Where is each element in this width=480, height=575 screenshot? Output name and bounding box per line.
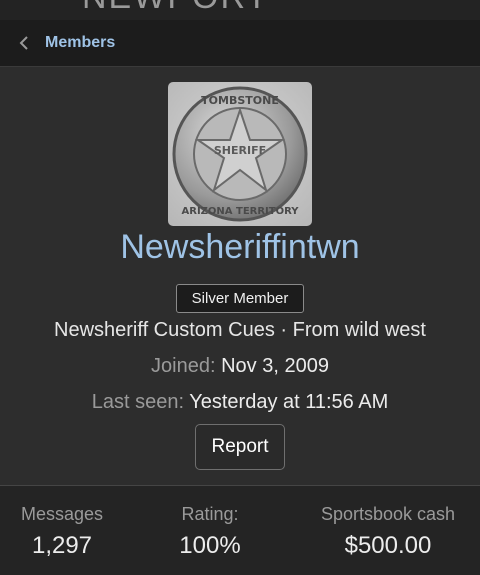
joined-row: Joined: Nov 3, 2009	[0, 355, 480, 378]
site-logo[interactable]: NEWPORT	[82, 0, 269, 17]
stat-label: Messages	[20, 504, 104, 524]
breadcrumb: Members	[0, 20, 480, 67]
stat-label: Rating:	[181, 504, 239, 524]
joined-value: Nov 3, 2009	[221, 355, 329, 377]
last-seen-row: Last seen: Yesterday at 11:56 AM	[0, 391, 480, 414]
avatar[interactable]: TOMBSTONE SHERIFF ARIZONA TERRITORY	[168, 82, 312, 226]
page-title[interactable]: Newsheriffintwn	[0, 228, 480, 267]
top-bar: NEWPORT	[0, 0, 480, 20]
breadcrumb-members-link[interactable]: Members	[45, 34, 115, 52]
avatar-text-top: TOMBSTONE	[201, 94, 279, 107]
last-seen-label: Last seen:	[91, 391, 185, 413]
stat-messages[interactable]: Messages 1,297	[2, 504, 122, 560]
member-tagline: Newsheriff Custom Cues · From wild west	[54, 319, 426, 341]
stat-value: 1,297	[31, 532, 93, 559]
status-badge: Silver Member	[176, 284, 304, 313]
avatar-text-center: SHERIFF	[214, 144, 266, 157]
stat-label: Sportsbook cash	[320, 504, 456, 524]
stat-rating: Rating: 100%	[150, 504, 270, 560]
report-button[interactable]: Report	[195, 424, 285, 470]
joined-label: Joined:	[151, 355, 216, 377]
chevron-left-icon[interactable]	[17, 33, 31, 53]
avatar-text-bottom: ARIZONA TERRITORY	[182, 206, 300, 217]
stat-value: $500.00	[344, 532, 432, 559]
last-seen-value: Yesterday at 11:56 AM	[189, 391, 389, 413]
stat-sportsbook-cash: Sportsbook cash $500.00	[300, 504, 476, 560]
stat-value: 100%	[179, 532, 241, 559]
stats-bar: Messages 1,297 Rating: 100% Sportsbook c…	[0, 486, 480, 575]
